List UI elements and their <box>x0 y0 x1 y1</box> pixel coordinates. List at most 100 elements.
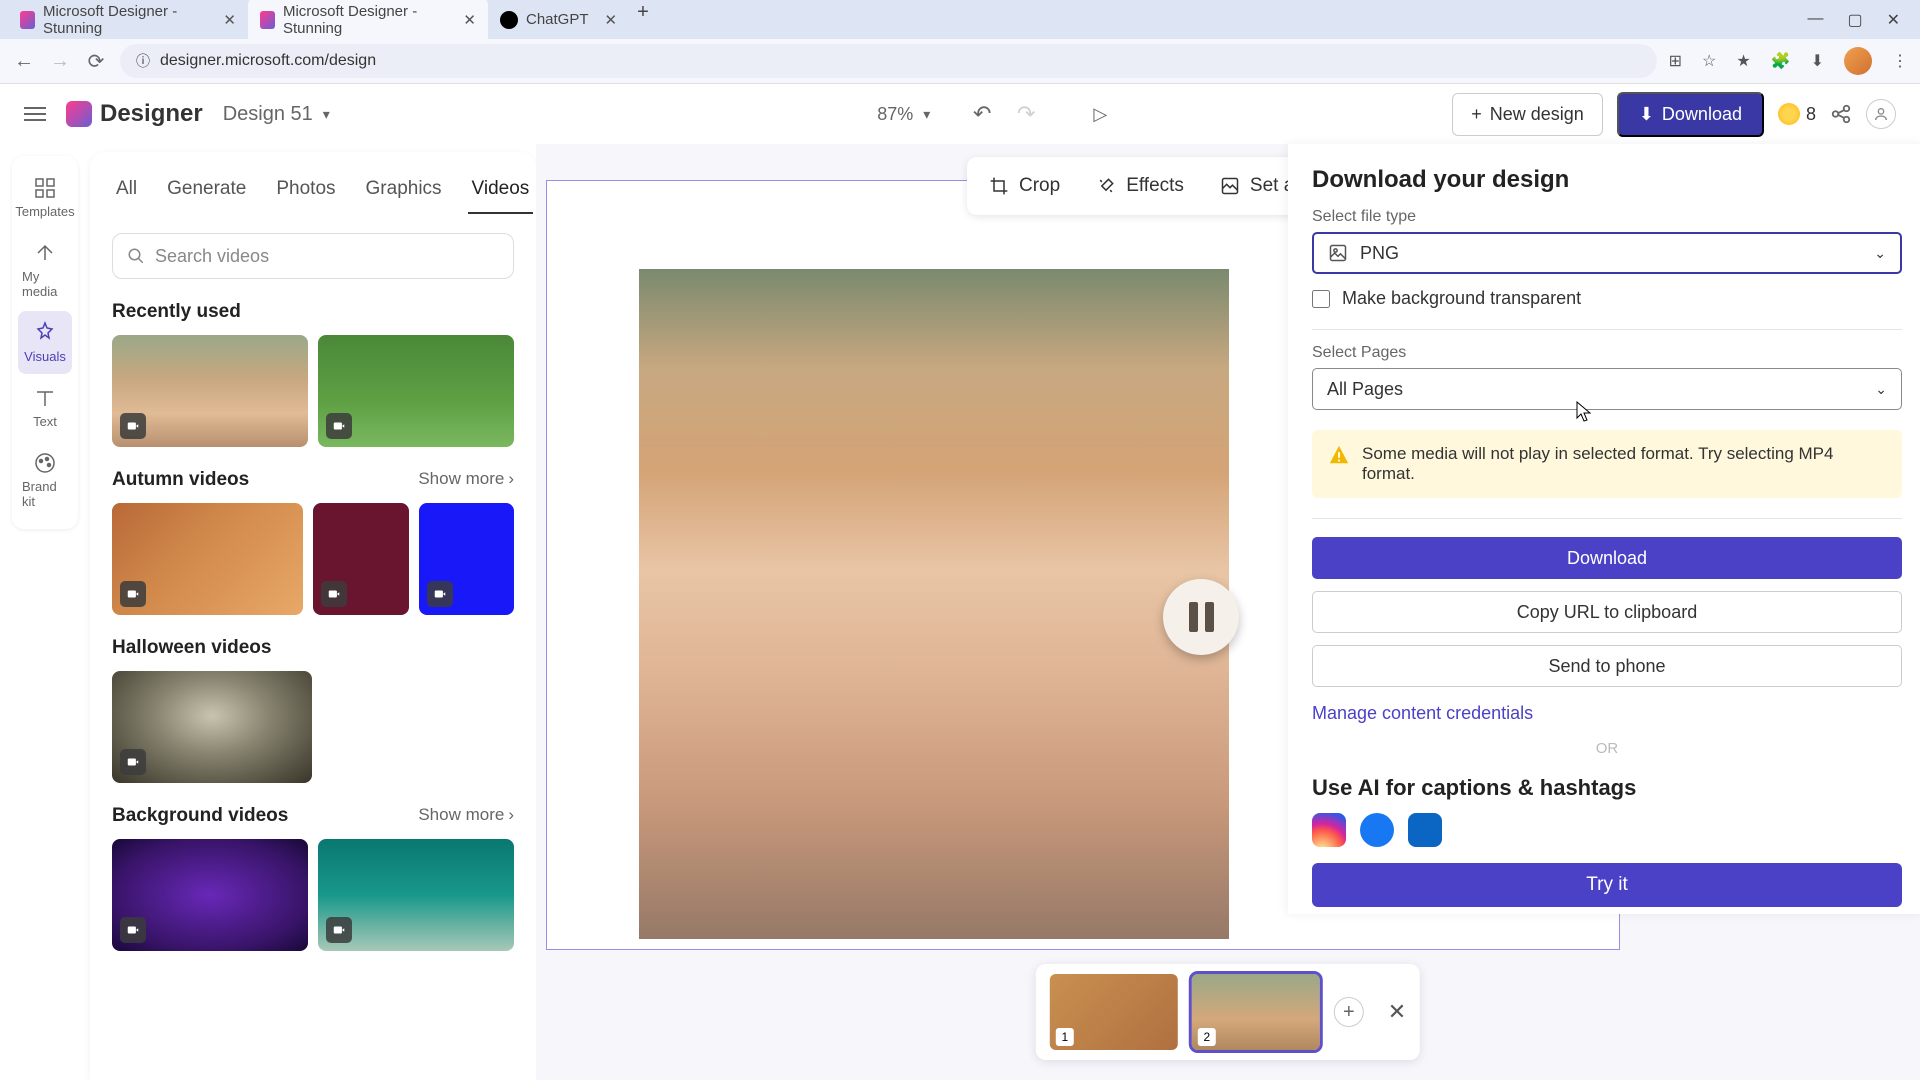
effects-icon <box>1096 176 1116 196</box>
instagram-icon[interactable] <box>1312 813 1346 847</box>
close-window-icon[interactable]: ✕ <box>1887 10 1900 30</box>
browser-tab-2[interactable]: Microsoft Designer - Stunning ✕ <box>248 0 488 43</box>
download-label: Download <box>1662 104 1742 125</box>
section-recently-used: Recently used <box>112 301 514 323</box>
tab-all[interactable]: All <box>112 172 141 214</box>
add-page-button[interactable]: + <box>1334 997 1364 1027</box>
search-input[interactable]: Search videos <box>112 233 514 279</box>
site-info-icon[interactable]: ⓘ <box>136 51 150 71</box>
new-tab-button[interactable]: + <box>629 0 657 43</box>
section-autumn: Autumn videos Show more › <box>112 469 514 491</box>
show-more-link[interactable]: Show more › <box>418 469 514 489</box>
new-design-button[interactable]: + New design <box>1452 93 1603 136</box>
install-app-icon[interactable]: ⊞ <box>1669 51 1682 71</box>
coins-counter[interactable]: 8 <box>1778 103 1816 125</box>
design-name-text: Design 51 <box>223 103 313 126</box>
tab-photos[interactable]: Photos <box>272 172 339 214</box>
linkedin-icon[interactable] <box>1408 813 1442 847</box>
video-thumb[interactable] <box>318 335 514 447</box>
background-icon <box>1220 176 1240 196</box>
visuals-panel: All Generate Photos Graphics Videos Sear… <box>90 152 536 1080</box>
video-icon <box>427 581 453 607</box>
browser-tab-3[interactable]: ChatGPT ✕ <box>488 0 629 43</box>
reload-icon[interactable]: ⟳ <box>84 49 108 73</box>
page-thumb-2[interactable]: 2 <box>1192 974 1320 1050</box>
search-icon <box>127 247 145 265</box>
video-thumb[interactable] <box>318 839 514 951</box>
show-more-link[interactable]: Show more › <box>418 805 514 825</box>
zoom-control[interactable]: 87% ▾ <box>877 104 930 125</box>
redo-icon[interactable]: ↷ <box>1014 102 1038 126</box>
video-thumb[interactable] <box>112 839 308 951</box>
hamburger-icon[interactable] <box>24 107 46 121</box>
warning-icon <box>1328 444 1350 466</box>
header-actions: + New design ⬇ Download 8 <box>1452 92 1896 137</box>
facebook-icon[interactable] <box>1360 813 1394 847</box>
rail-item-text[interactable]: Text <box>18 376 72 439</box>
copy-url-button[interactable]: Copy URL to clipboard <box>1312 591 1902 633</box>
pages-select[interactable]: All Pages ⌄ <box>1312 368 1902 410</box>
profile-avatar[interactable] <box>1844 47 1872 75</box>
rail-label: Text <box>33 414 57 429</box>
tab-videos[interactable]: Videos <box>468 172 534 214</box>
rail-item-my-media[interactable]: My media <box>18 231 72 309</box>
url-field[interactable]: ⓘ designer.microsoft.com/design <box>120 44 1657 78</box>
tab-generate[interactable]: Generate <box>163 172 250 214</box>
rail-item-brand-kit[interactable]: Brand kit <box>18 441 72 519</box>
undo-icon[interactable]: ↶ <box>970 102 994 126</box>
play-icon[interactable]: ▷ <box>1088 102 1112 126</box>
address-bar: ← → ⟳ ⓘ designer.microsoft.com/design ⊞ … <box>0 39 1920 84</box>
video-thumb[interactable] <box>419 503 515 615</box>
video-thumb[interactable] <box>313 503 409 615</box>
forward-icon[interactable]: → <box>48 49 72 73</box>
logo-mark-icon <box>66 101 92 127</box>
design-name-dropdown[interactable]: Design 51 ▾ <box>223 103 330 126</box>
canvas-image[interactable] <box>639 269 1229 939</box>
canvas-area: Crop Effects Set as ba Download your des… <box>536 144 1920 1080</box>
download-icon: ⬇ <box>1639 104 1654 125</box>
chevron-right-icon: › <box>508 469 514 489</box>
templates-icon <box>33 176 57 200</box>
maximize-icon[interactable]: ▢ <box>1847 10 1862 30</box>
extension-icon[interactable]: 🧩 <box>1771 51 1791 71</box>
pause-button[interactable] <box>1163 579 1239 655</box>
browser-tab-1[interactable]: Microsoft Designer - Stunning ✕ <box>8 0 248 43</box>
close-icon[interactable]: ✕ <box>463 11 476 29</box>
download-action-button[interactable]: Download <box>1312 537 1902 579</box>
crop-button[interactable]: Crop <box>971 165 1078 207</box>
search-placeholder: Search videos <box>155 246 269 267</box>
rail-label: Templates <box>15 204 74 219</box>
try-it-button[interactable]: Try it <box>1312 863 1902 907</box>
menu-icon[interactable]: ⋮ <box>1892 51 1908 71</box>
manage-credentials-link[interactable]: Manage content credentials <box>1312 703 1902 724</box>
send-to-phone-button[interactable]: Send to phone <box>1312 645 1902 687</box>
star-icon[interactable]: ★ <box>1736 51 1750 71</box>
favicon-designer-icon <box>20 11 35 29</box>
file-type-select[interactable]: PNG ⌄ <box>1312 232 1902 274</box>
video-thumb[interactable] <box>112 503 303 615</box>
bookmark-icon[interactable]: ☆ <box>1702 51 1716 71</box>
close-icon[interactable]: ✕ <box>223 11 236 29</box>
user-icon[interactable] <box>1866 99 1896 129</box>
effects-button[interactable]: Effects <box>1078 165 1202 207</box>
logo-text: Designer <box>100 100 203 128</box>
page-thumb-1[interactable]: 1 <box>1050 974 1178 1050</box>
close-icon[interactable]: ✕ <box>1388 999 1406 1025</box>
rail-item-visuals[interactable]: Visuals <box>18 311 72 374</box>
minimize-icon[interactable]: — <box>1807 10 1823 30</box>
video-thumb[interactable] <box>112 335 308 447</box>
close-icon[interactable]: ✕ <box>605 11 618 29</box>
checkbox-input[interactable] <box>1312 290 1330 308</box>
tab-graphics[interactable]: Graphics <box>362 172 446 214</box>
back-icon[interactable]: ← <box>12 49 36 73</box>
video-thumb[interactable] <box>112 671 312 783</box>
designer-logo[interactable]: Designer <box>66 100 203 128</box>
thumb-row <box>112 839 514 951</box>
rail-item-templates[interactable]: Templates <box>18 166 72 229</box>
share-icon[interactable] <box>1830 103 1852 125</box>
download-icon[interactable]: ⬇ <box>1811 51 1824 71</box>
video-icon <box>120 413 146 439</box>
download-button[interactable]: ⬇ Download <box>1617 92 1764 137</box>
transparent-bg-checkbox[interactable]: Make background transparent <box>1312 288 1902 309</box>
social-row <box>1312 813 1902 847</box>
